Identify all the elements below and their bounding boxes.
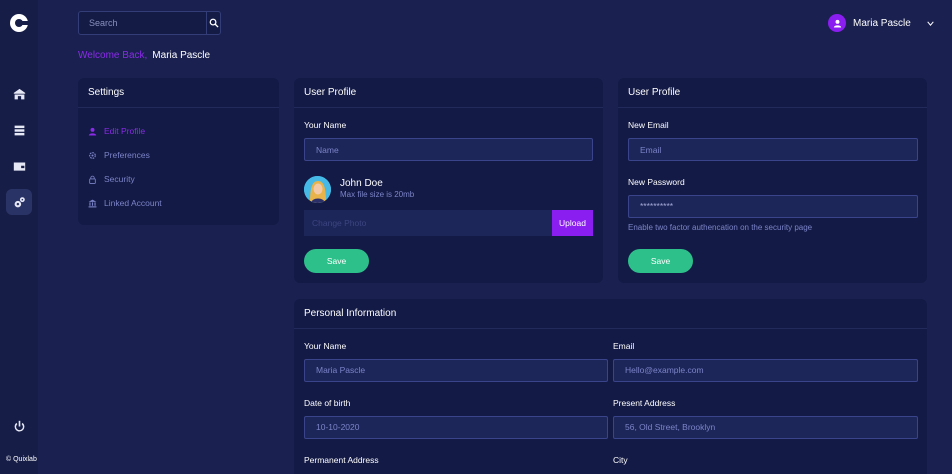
settings-title: Settings [78, 78, 279, 108]
settings-card: Settings Edit Profile Preferences Securi… [78, 78, 279, 225]
search-icon [209, 18, 219, 28]
permanent-address-label: Permanent Address [304, 455, 379, 465]
account-title: User Profile [618, 78, 927, 108]
settings-item-preferences[interactable]: Preferences [88, 150, 150, 160]
settings-item-label: Edit Profile [104, 126, 146, 136]
search-input[interactable] [79, 12, 206, 34]
save-button[interactable]: Save [304, 249, 369, 273]
personal-info-card: Personal Information Your Name Maria Pas… [294, 299, 927, 474]
city-label: City [613, 455, 628, 465]
present-address-input[interactable]: 56, Old Street, Brooklyn [613, 416, 918, 439]
user-icon [88, 127, 97, 135]
search-bar [78, 11, 221, 35]
settings-item-edit-profile[interactable]: Edit Profile [88, 126, 145, 136]
settings-item-label: Linked Account [104, 198, 162, 208]
email-input[interactable] [628, 138, 918, 161]
email-label: New Email [628, 120, 669, 130]
user-menu[interactable]: Maria Pascle [828, 13, 935, 33]
power-icon[interactable] [7, 414, 31, 438]
account-card: User Profile New Email New Password ****… [618, 78, 927, 283]
upload-button[interactable]: Upload [552, 210, 593, 236]
your-name-label: Your Name [304, 341, 347, 351]
dob-input[interactable]: 10-10-2020 [304, 416, 608, 439]
welcome-message: Welcome Back, Maria Pascle [78, 50, 210, 61]
lock-icon [89, 175, 96, 184]
settings-item-label: Security [104, 174, 135, 184]
dob-label: Date of birth [304, 398, 351, 408]
change-photo-input[interactable]: Change Photo [304, 210, 552, 236]
profile-photo [304, 176, 331, 203]
two-factor-hint[interactable]: Enable two factor authencation on the se… [628, 223, 812, 232]
personal-info-title: Personal Information [294, 299, 927, 329]
welcome-name: Maria Pascle [152, 50, 211, 61]
avatar [828, 14, 846, 32]
home-icon[interactable] [7, 82, 31, 106]
sidebar: © Quixlab [0, 0, 38, 474]
chevron-down-icon[interactable] [926, 19, 935, 28]
settings-item-security[interactable]: Security [88, 174, 135, 184]
user-profile-title: User Profile [294, 78, 603, 108]
settings-item-label: Preferences [104, 150, 150, 160]
welcome-greeting: Welcome Back, [78, 50, 148, 61]
list-icon[interactable] [7, 118, 31, 142]
gear-icon [89, 151, 96, 159]
user-icon [833, 19, 841, 27]
email-label: Email [613, 341, 635, 351]
your-name-input[interactable]: Maria Pascle [304, 359, 608, 382]
email-input[interactable]: Hello@example.com [613, 359, 918, 382]
settings-gear-icon[interactable] [6, 189, 32, 215]
logo-icon[interactable] [10, 14, 28, 32]
save-button[interactable]: Save [628, 249, 693, 273]
file-size-hint: Max file size is 20mb [340, 190, 415, 199]
change-photo-row: Change Photo Upload [304, 210, 593, 236]
user-name: Maria Pascle [853, 17, 911, 29]
wallet-icon[interactable] [7, 154, 31, 178]
bank-icon [88, 199, 97, 207]
settings-item-linked-account[interactable]: Linked Account [88, 198, 162, 208]
search-button[interactable] [206, 12, 220, 34]
user-profile-card: User Profile Your Name John Doe Max file… [294, 78, 603, 283]
password-input[interactable]: ********** [628, 195, 918, 218]
profile-name: John Doe [340, 178, 383, 189]
password-label: New Password [628, 177, 685, 187]
present-address-label: Present Address [613, 398, 676, 408]
name-label: Your Name [304, 120, 347, 130]
copyright-text: © Quixlab [6, 456, 37, 463]
name-input[interactable] [304, 138, 593, 161]
